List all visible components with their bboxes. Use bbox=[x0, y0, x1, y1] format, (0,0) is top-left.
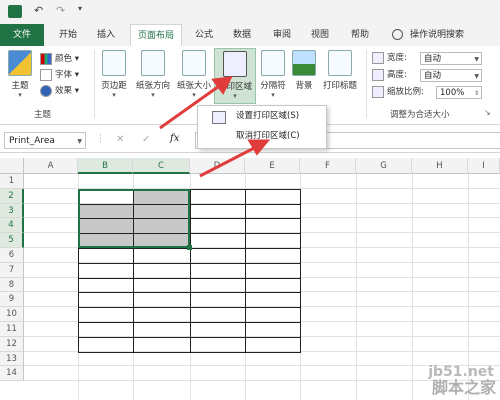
watermark-logo-text: 脚本之家 bbox=[431, 378, 496, 397]
arrow-to-print-area bbox=[159, 82, 223, 130]
arrow-head-icon bbox=[211, 76, 233, 95]
arrow-head-icon bbox=[247, 139, 271, 156]
arrow-to-clear-print-area bbox=[199, 144, 259, 178]
annotation-arrows bbox=[159, 76, 271, 178]
